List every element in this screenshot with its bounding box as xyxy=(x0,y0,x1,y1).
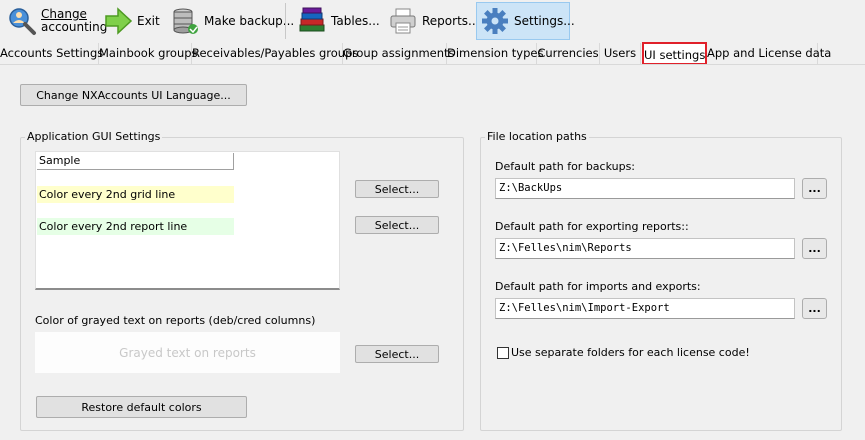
report-line-color-sample: Color every 2nd report line xyxy=(37,218,234,235)
grayed-text-color-label: Color of grayed text on reports (deb/cre… xyxy=(35,314,316,327)
restore-default-colors-button[interactable]: Restore default colors xyxy=(36,396,247,418)
make-backup-button[interactable]: Make backup... xyxy=(166,2,298,40)
gui-settings-title: Application GUI Settings xyxy=(25,130,163,143)
sample-header: Sample xyxy=(37,153,234,170)
search-person-icon xyxy=(9,8,36,35)
tab-mainbook-groups[interactable]: Mainbook groups xyxy=(99,43,198,64)
select-report-line-color-button[interactable]: Select... xyxy=(355,216,439,234)
tab-receivables-payables-groups[interactable]: Receivables/Payables groups xyxy=(192,43,358,64)
imports-path-label: Default path for imports and exports: xyxy=(495,280,701,293)
reports-label: Reports... xyxy=(422,13,480,28)
settings-label: Settings... xyxy=(514,13,575,28)
settings-tabs: Accounts Settings Mainbook groups Receiv… xyxy=(0,42,865,65)
exit-button[interactable]: Exit xyxy=(99,2,164,40)
select-grayed-text-color-button[interactable]: Select... xyxy=(355,345,439,363)
browse-reports-path-button[interactable]: ... xyxy=(802,238,827,259)
tab-accounts-settings[interactable]: Accounts Settings xyxy=(0,43,103,64)
select-grid-line-color-button[interactable]: Select... xyxy=(355,180,439,198)
tables-label: Tables... xyxy=(331,13,380,28)
browse-imports-path-button[interactable]: ... xyxy=(802,298,827,319)
tab-users[interactable]: Users xyxy=(600,43,641,64)
reports-path-label: Default path for exporting reports:: xyxy=(495,220,689,233)
tab-currencies[interactable]: Currencies xyxy=(537,43,600,64)
change-accounting-button[interactable]: Change accounting xyxy=(3,2,111,40)
make-backup-label: Make backup... xyxy=(204,13,295,28)
file-paths-title: File location paths xyxy=(485,130,589,143)
books-icon xyxy=(299,7,325,32)
reports-path-field[interactable]: Z:\Felles\nim\Reports xyxy=(495,238,795,259)
change-accounting-label-line1: Change xyxy=(41,7,87,21)
main-toolbar: Change accounting Exit Make backup... Ta… xyxy=(0,0,865,44)
database-icon xyxy=(173,8,198,34)
tab-group-assignments[interactable]: Group assignments xyxy=(343,43,455,64)
change-ui-language-button[interactable]: Change NXAccounts UI Language... xyxy=(20,84,247,106)
backups-path-label: Default path for backups: xyxy=(495,160,636,173)
grayed-text-sample: Grayed text on reports xyxy=(119,345,256,360)
separate-folders-checkbox[interactable] xyxy=(497,347,509,359)
gear-icon xyxy=(482,8,508,34)
grid-line-color-sample: Color every 2nd grid line xyxy=(37,186,234,203)
sample-preview-box: Sample Color every 2nd grid line Color e… xyxy=(35,151,340,290)
tab-app-and-license-data[interactable]: App and License data xyxy=(707,43,831,64)
grayed-text-sample-box: Grayed text on reports xyxy=(35,332,340,373)
exit-label: Exit xyxy=(137,13,160,28)
backups-path-field[interactable]: Z:\BackUps xyxy=(495,178,795,199)
tab-ui-settings[interactable]: UI settings xyxy=(642,42,707,65)
toolbar-separator xyxy=(285,3,286,39)
reports-button[interactable]: Reports... xyxy=(384,2,483,40)
settings-button[interactable]: Settings... xyxy=(476,2,575,40)
separate-folders-label: Use separate folders for each license co… xyxy=(511,346,750,359)
browse-backups-path-button[interactable]: ... xyxy=(802,178,827,199)
printer-icon xyxy=(390,8,416,34)
tab-strip-divider xyxy=(0,64,865,65)
exit-arrow-icon xyxy=(105,7,133,35)
tables-button[interactable]: Tables... xyxy=(293,2,384,40)
change-accounting-label-line2: accounting xyxy=(41,20,108,34)
tab-dimension-types[interactable]: Dimension types xyxy=(447,43,543,64)
imports-path-field[interactable]: Z:\Felles\nim\Import-Export xyxy=(495,298,795,319)
